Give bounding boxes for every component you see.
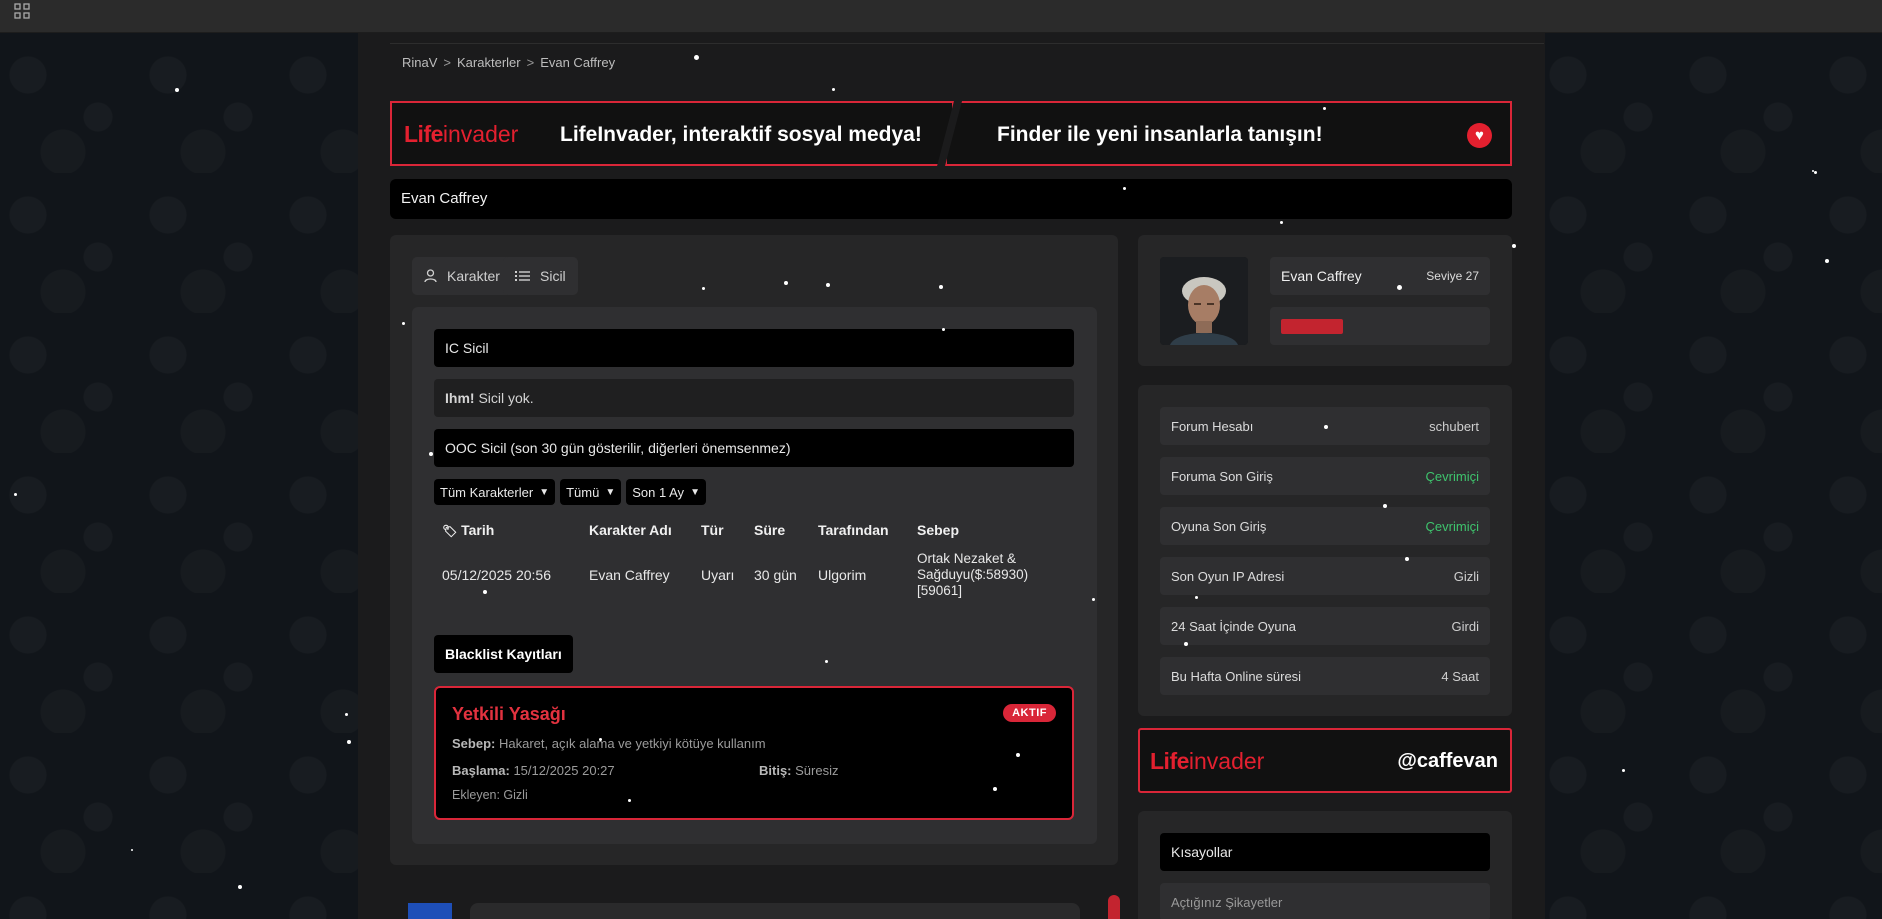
stat-label: Son Oyun IP Adresi: [1171, 568, 1285, 584]
breadcrumb: RinaV > Karakterler > Evan Caffrey: [402, 55, 615, 70]
stat-value: Çevrimiçi: [1425, 468, 1479, 484]
record-table: 🏷 Tarih Karakter Adı Tür Süre Tarafından…: [442, 517, 1074, 605]
breadcrumb-home[interactable]: RinaV: [402, 55, 437, 70]
shortcuts-header: Kısayollar: [1160, 833, 1490, 871]
bottom-input[interactable]: [470, 903, 1080, 919]
stat-value: 4 Saat: [1441, 668, 1479, 684]
stat-label: 24 Saat İçinde Oyuna: [1171, 618, 1297, 634]
character-filter-select[interactable]: Tüm Karakterler ▼: [434, 479, 556, 505]
stat-label: Foruma Son Giriş: [1171, 468, 1273, 484]
empty-strong: Ihm!: [445, 390, 475, 406]
profile-bar-row: [1270, 307, 1490, 345]
bottom-flag: [408, 903, 452, 919]
stat-row-24h-game: 24 Saat İçinde Oyuna Girdi: [1160, 607, 1490, 645]
period-filter-select[interactable]: Son 1 Ay ▼: [626, 479, 706, 505]
lifeinvader-profile-link[interactable]: Lifeinvader @caffevan: [1138, 728, 1512, 793]
profile-name-row: Evan Caffrey Seviye 27: [1270, 257, 1490, 295]
stat-value: Çevrimiçi: [1425, 518, 1479, 534]
tab-karakter-label: Karakter: [447, 268, 500, 284]
sicil-panel: IC Sicil Ihm! Sicil yok. OOC Sicil (son …: [412, 307, 1097, 844]
cell-duration: 30 gün: [754, 567, 797, 583]
shortcut-label: Açtığınız Şikayetler: [1171, 894, 1283, 910]
ooc-sicil-header: OOC Sicil (son 30 gün gösterilir, diğerl…: [434, 429, 1074, 467]
chevron-down-icon: ▼: [539, 486, 550, 498]
record-panel: Karakter Sicil IC Sicil Ihm! Sicil yok. …: [390, 235, 1118, 865]
col-reason: Sebep: [917, 522, 960, 538]
col-character: Karakter Adı: [589, 522, 672, 538]
list-icon: [515, 271, 530, 281]
tab-karakter[interactable]: Karakter: [412, 257, 512, 295]
browser-topbar: [0, 0, 1882, 33]
user-icon: [424, 269, 437, 283]
stat-row-game-last-login: Oyuna Son Giriş Çevrimiçi: [1160, 507, 1490, 545]
col-type: Tür: [701, 522, 724, 538]
cell-type: Uyarı: [701, 567, 735, 583]
banner-left[interactable]: Lifeinvader LifeInvader, interaktif sosy…: [390, 101, 954, 166]
tag-icon: 🏷: [442, 524, 458, 538]
divider: [390, 43, 1544, 44]
stat-row-forum-last-login: Foruma Son Giriş Çevrimiçi: [1160, 457, 1490, 495]
stat-label: Forum Hesabı: [1171, 418, 1254, 434]
stat-label: Bu Hafta Online süresi: [1171, 668, 1302, 684]
profile-badge-bar: [1281, 318, 1343, 334]
shortcut-complaints[interactable]: Açtığınız Şikayetler: [1160, 883, 1490, 919]
tab-sicil[interactable]: Sicil: [503, 257, 578, 295]
blacklist-records-button[interactable]: Blacklist Kayıtları: [434, 635, 573, 673]
ban-end: Bitiş: Süresiz: [759, 763, 839, 778]
character-name-bar: Evan Caffrey: [390, 179, 1512, 219]
lifeinvader-banner[interactable]: Lifeinvader LifeInvader, interaktif sosy…: [390, 101, 1512, 166]
col-by: Tarafından: [818, 522, 889, 538]
status-badge: AKTIF: [1003, 704, 1056, 722]
breadcrumb-separator: >: [443, 55, 452, 70]
cell-reason: Ortak Nezaket & Sağduyu($:58930) [59061]: [917, 550, 1029, 599]
stat-value: schubert: [1429, 418, 1479, 434]
lifeinvader-logo: Lifeinvader: [1150, 748, 1265, 774]
ban-title: Yetkili Yasağı: [452, 704, 566, 724]
shortcuts-panel: Kısayollar Açtığınız Şikayetler: [1138, 811, 1512, 919]
lifeinvader-handle: @caffevan: [1397, 750, 1498, 772]
stat-value: Gizli: [1453, 568, 1479, 584]
col-date: 🏷 Tarih: [442, 522, 495, 538]
profile-level: Seviye 27: [1426, 269, 1479, 283]
chevron-down-icon: ▼: [605, 486, 616, 498]
banner-right-text: Finder ile yeni insanlarla tanışın!: [997, 123, 1323, 146]
ban-added-by: Ekleyen: Gizli: [452, 788, 528, 802]
tab-sicil-label: Sicil: [540, 268, 566, 284]
banner-left-text: LifeInvader, interaktif sosyal medya!: [560, 123, 922, 146]
table-row: 05/12/2025 20:56 Evan Caffrey Uyarı 30 g…: [442, 545, 1074, 605]
col-duration: Süre: [754, 522, 786, 538]
cell-by: Ulgorim: [818, 567, 867, 583]
type-filter-select[interactable]: Tümü ▼: [560, 479, 622, 505]
apps-grid-icon[interactable]: [14, 3, 30, 19]
cell-date: 05/12/2025 20:56: [442, 567, 551, 583]
breadcrumb-separator: >: [526, 55, 535, 70]
bottom-accent: [1108, 895, 1120, 919]
breadcrumb-current: Evan Caffrey: [540, 55, 616, 70]
profile-name: Evan Caffrey: [1281, 268, 1362, 284]
lifeinvader-logo: Lifeinvader: [404, 121, 519, 147]
banner-right[interactable]: Finder ile yeni insanlarla tanışın! ♥: [945, 101, 1512, 166]
stat-value: Girdi: [1451, 618, 1479, 634]
main-content: RinaV > Karakterler > Evan Caffrey Lifei…: [358, 33, 1545, 919]
ban-start: Başlama: 15/12/2025 20:27: [452, 763, 615, 778]
ban-reason: Sebep: Hakaret, açık alama ve yetkiyi kö…: [452, 736, 766, 751]
stat-row-weekly-online: Bu Hafta Online süresi 4 Saat: [1160, 657, 1490, 695]
ic-sicil-header: IC Sicil: [434, 329, 1074, 367]
avatar: [1160, 257, 1248, 345]
profile-card: Evan Caffrey Seviye 27: [1138, 235, 1512, 366]
cell-character: Evan Caffrey: [589, 567, 670, 583]
heart-icon: ♥: [1467, 123, 1492, 148]
breadcrumb-characters[interactable]: Karakterler: [457, 55, 521, 70]
ban-card: Yetkili Yasağı AKTIF Sebep: Hakaret, açı…: [434, 686, 1074, 820]
stat-label: Oyuna Son Giriş: [1171, 518, 1267, 534]
filter-bar: Tüm Karakterler ▼ Tümü ▼ Son 1 Ay ▼: [434, 479, 706, 505]
empty-text: Sicil yok.: [478, 390, 534, 406]
table-header: 🏷 Tarih Karakter Adı Tür Süre Tarafından…: [442, 517, 1074, 543]
account-stats-panel: Forum Hesabı schubert Foruma Son Giriş Ç…: [1138, 385, 1512, 716]
ic-sicil-empty: Ihm! Sicil yok.: [434, 379, 1074, 417]
stat-row-ip-address: Son Oyun IP Adresi Gizli: [1160, 557, 1490, 595]
chevron-down-icon: ▼: [690, 486, 700, 498]
